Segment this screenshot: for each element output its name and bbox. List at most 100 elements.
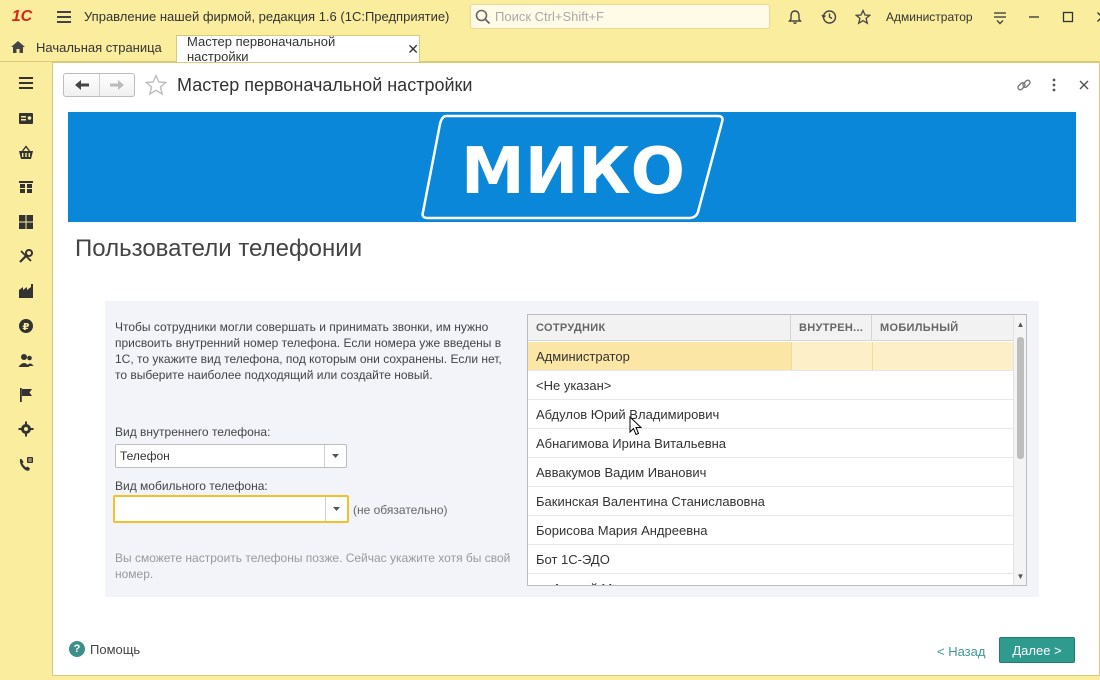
mobile-phone-label: Вид мобильного телефона: (115, 479, 268, 493)
reports-icon[interactable] (0, 378, 52, 412)
internal-phone-select[interactable]: Телефон (115, 444, 347, 468)
tab-setup-wizard[interactable]: Мастер первоначальной настройки ✕ (176, 34, 420, 64)
mobile-cell[interactable] (872, 487, 1014, 515)
internal-cell[interactable] (791, 342, 872, 370)
back-button[interactable]: < Назад (937, 639, 985, 663)
settings-icon[interactable] (0, 412, 52, 446)
back-arrow-icon[interactable] (64, 74, 99, 96)
table-row[interactable]: Абдулов Юрий Владимирович (528, 400, 1014, 429)
scroll-down-icon[interactable]: ▼ (1014, 569, 1026, 583)
employee-cell[interactable]: Администратор (528, 342, 791, 370)
notifications-bell-icon[interactable] (778, 0, 812, 33)
chevron-down-icon[interactable] (324, 445, 346, 467)
internal-cell[interactable] (791, 458, 872, 486)
chevron-down-icon[interactable] (325, 497, 347, 521)
production-icon[interactable] (0, 205, 52, 239)
table-row[interactable]: <Не указан> (528, 371, 1014, 400)
employees-table[interactable]: СОТРУДНИК ВНУТРЕН... МОБИЛЬНЫЙ Администр… (527, 314, 1027, 586)
global-search[interactable] (470, 4, 770, 29)
next-button[interactable]: Далее > (999, 637, 1075, 663)
staff-icon[interactable] (0, 343, 52, 377)
close-window-icon[interactable] (1085, 0, 1100, 33)
search-input[interactable] (495, 9, 755, 24)
internal-cell[interactable] (791, 487, 872, 515)
column-employee[interactable]: СОТРУДНИК (528, 315, 791, 341)
table-row[interactable]: Борисова Мария Андреевна (528, 516, 1014, 545)
mobile-cell[interactable] (872, 371, 1014, 399)
table-body: Администратор <Не указан> Абдулов Юрий В… (528, 342, 1014, 586)
purchases-icon[interactable] (0, 136, 52, 170)
form-header: Мастер первоначальной настройки (63, 73, 1093, 97)
internal-cell[interactable] (791, 574, 872, 585)
employee-cell[interactable]: <Не указан> (528, 371, 791, 399)
title-bar: 1С Управление нашей фирмой, редакция 1.6… (0, 0, 1100, 33)
more-actions-icon[interactable] (1045, 77, 1063, 93)
mouse-cursor-icon (629, 416, 643, 436)
settings-menu-icon[interactable] (983, 0, 1017, 33)
close-tab-icon[interactable]: ✕ (407, 41, 419, 58)
column-internal[interactable]: ВНУТРЕН... (791, 315, 872, 341)
table-row[interactable]: Бакинская Валентина Станиславовна (528, 487, 1014, 516)
table-header: СОТРУДНИК ВНУТРЕН... МОБИЛЬНЫЙ (528, 315, 1014, 341)
table-row[interactable]: Бот 1С-ЭДО (528, 545, 1014, 574)
employee-cell[interactable]: … Андрей Ма… (528, 574, 791, 586)
scroll-up-icon[interactable]: ▲ (1014, 317, 1026, 331)
forward-arrow-icon[interactable] (99, 74, 134, 96)
mobile-cell[interactable] (872, 429, 1014, 457)
internal-cell[interactable] (791, 429, 872, 457)
internal-cell[interactable] (791, 516, 872, 544)
app-logo[interactable]: 1С (0, 0, 44, 33)
internal-cell[interactable] (791, 371, 872, 399)
tab-bar: Начальная страница Мастер первоначальной… (0, 33, 1100, 64)
internal-phone-label: Вид внутреннего телефона: (115, 425, 271, 439)
favorite-star-icon[interactable] (145, 74, 167, 96)
mobile-cell[interactable] (872, 516, 1014, 544)
table-row[interactable]: Абнагимова Ирина Витальевна (528, 429, 1014, 458)
employee-cell[interactable]: Абдулов Юрий Владимирович (528, 400, 791, 428)
link-icon[interactable] (1015, 77, 1033, 93)
employee-cell[interactable]: Абнагимова Ирина Витальевна (528, 429, 791, 457)
sales-icon[interactable] (0, 101, 52, 135)
menu-icon[interactable] (0, 66, 52, 100)
banner-logo-text: МИКО (461, 135, 685, 209)
table-row[interactable]: … Андрей Ма… (528, 574, 1014, 586)
mobile-cell[interactable] (872, 400, 1014, 428)
scroll-thumb[interactable] (1017, 337, 1024, 459)
table-scrollbar[interactable]: ▲ ▼ (1013, 315, 1026, 585)
company-icon[interactable] (0, 274, 52, 308)
form-title: Мастер первоначальной настройки (177, 74, 473, 95)
tab-home[interactable]: Начальная страница (0, 33, 172, 61)
employee-cell[interactable]: Бот 1С-ЭДО (528, 545, 791, 573)
internal-phone-value: Телефон (120, 449, 170, 463)
warehouse-icon[interactable] (0, 170, 52, 204)
employee-cell[interactable]: Бакинская Валентина Станиславовна (528, 487, 791, 515)
home-icon (11, 41, 25, 53)
help-label: Помощь (90, 641, 141, 657)
setup-wizard-form: Мастер первоначальной настройки МИКО Пол… (52, 62, 1100, 676)
maximize-icon[interactable] (1051, 0, 1085, 33)
help-link[interactable]: ? Помощь (69, 641, 140, 657)
money-icon[interactable]: ₽ (0, 309, 52, 343)
internal-cell[interactable] (791, 400, 872, 428)
employee-cell[interactable]: Борисова Мария Андреевна (528, 516, 791, 544)
mobile-cell[interactable] (872, 545, 1014, 573)
telephony-icon[interactable] (0, 447, 52, 481)
close-form-icon[interactable] (1075, 80, 1093, 90)
table-row[interactable]: Аввакумов Вадим Иванович (528, 458, 1014, 487)
current-user[interactable]: Администратор (886, 10, 973, 24)
services-icon[interactable] (0, 239, 52, 273)
main-menu-icon[interactable] (44, 0, 84, 33)
favorites-star-icon[interactable] (846, 0, 880, 33)
mobile-cell[interactable] (872, 342, 1014, 370)
internal-cell[interactable] (791, 545, 872, 573)
mobile-cell[interactable] (872, 458, 1014, 486)
history-icon[interactable] (812, 0, 846, 33)
search-icon (475, 9, 491, 24)
column-mobile[interactable]: МОБИЛЬНЫЙ (872, 315, 1014, 341)
help-icon: ? (69, 641, 85, 657)
employee-cell[interactable]: Аввакумов Вадим Иванович (528, 458, 791, 486)
mobile-phone-select[interactable] (113, 495, 349, 523)
table-row[interactable]: Администратор (528, 342, 1014, 371)
minimize-icon[interactable] (1017, 0, 1051, 33)
mobile-cell[interactable] (872, 574, 1014, 585)
